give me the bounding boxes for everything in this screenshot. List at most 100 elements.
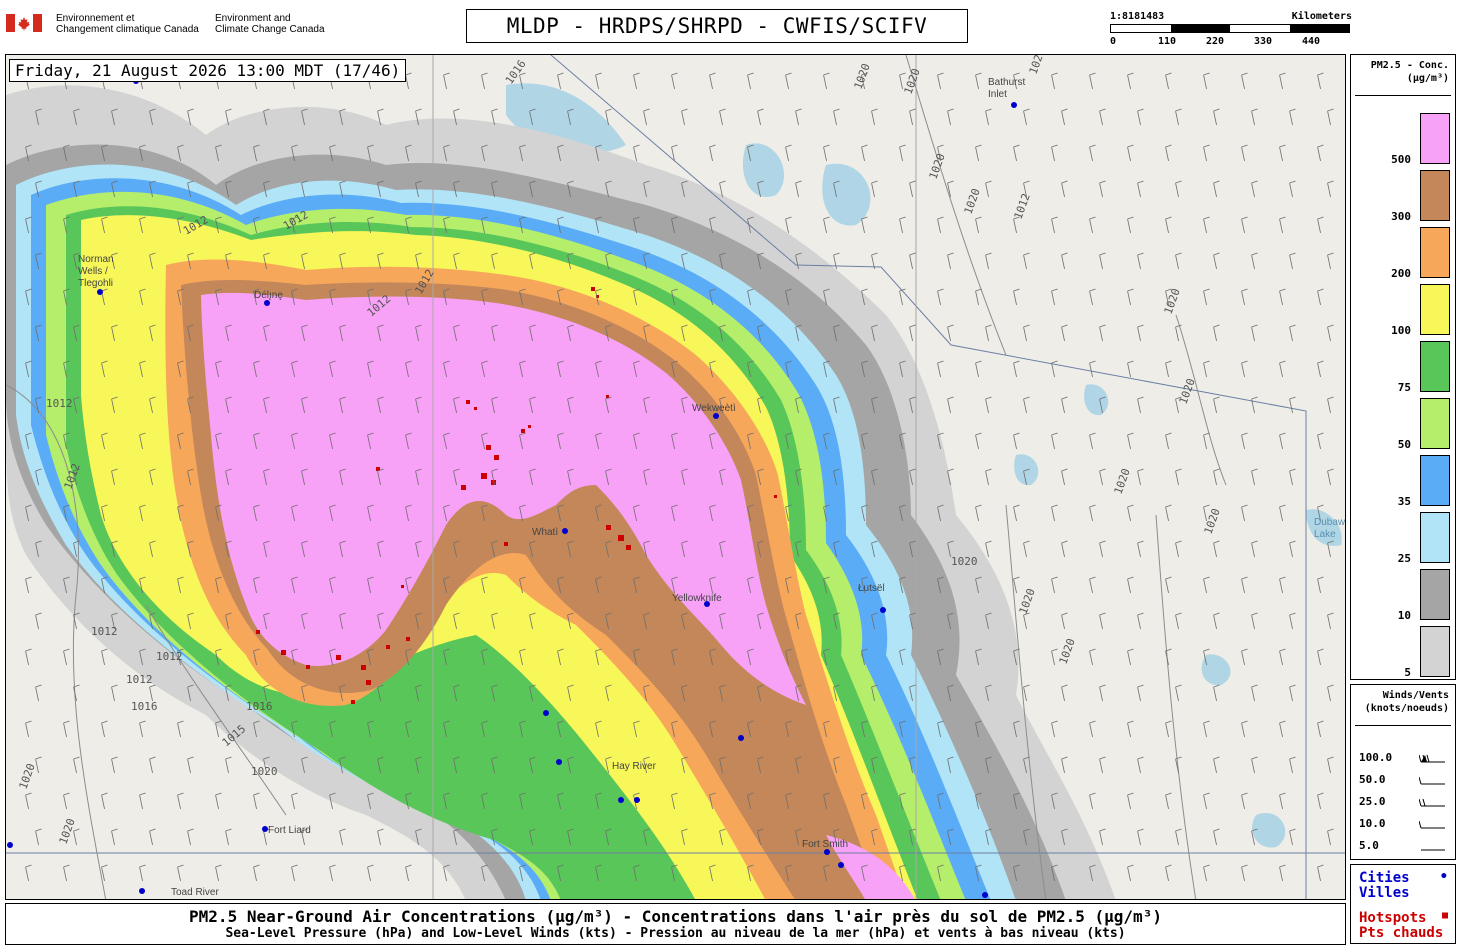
city-marker[interactable] bbox=[562, 528, 568, 534]
city-label: Wekweètì bbox=[692, 403, 736, 414]
legend-swatch bbox=[1420, 398, 1450, 449]
city-marker[interactable] bbox=[97, 289, 103, 295]
legend-swatch bbox=[1420, 170, 1450, 221]
isobar-label: 1020 bbox=[852, 62, 873, 91]
winds-legend-divider bbox=[1355, 725, 1451, 726]
wind-speed-label: 50.0 bbox=[1359, 773, 1386, 786]
scale-ratio: 1:8181483 bbox=[1110, 11, 1165, 22]
city-marker[interactable] bbox=[634, 797, 640, 803]
winds-legend: Winds/Vents (knots/noeuds) 100.0 50.0 25.0… bbox=[1350, 684, 1456, 860]
city-label: Fort Liard bbox=[268, 825, 311, 836]
wind-speed-label: 100.0 bbox=[1359, 751, 1393, 764]
isobar-label: 1020 bbox=[1027, 55, 1048, 76]
map-panel[interactable]: 1016 1020 1020 1020 1020 1020 1012 1012 1012 1012… bbox=[5, 54, 1346, 900]
legend-level-label: 500 bbox=[1391, 153, 1411, 166]
scale-tick: 0 bbox=[1110, 36, 1117, 47]
pm25-legend: PM2.5 - Conc. (µg/m³) 500 300 200 100 75 50 35… bbox=[1350, 54, 1456, 680]
legend-swatch bbox=[1420, 113, 1450, 164]
city-marker[interactable] bbox=[543, 710, 549, 716]
city-marker[interactable] bbox=[982, 892, 988, 898]
header: Environnement et Changement climatique C… bbox=[0, 0, 1460, 52]
legend-swatch bbox=[1420, 227, 1450, 278]
isobar-label: 1020 bbox=[1112, 467, 1133, 496]
legend-level-label: 300 bbox=[1391, 210, 1411, 223]
isobar-label: 1020 bbox=[251, 765, 278, 778]
isobar-label: 1012 bbox=[1012, 192, 1033, 221]
concentration-field bbox=[6, 85, 1116, 899]
legend-title: PM2.5 - Conc. (µg/m³) bbox=[1370, 60, 1449, 84]
city-label: Délı̨nę bbox=[254, 290, 283, 301]
wind-barb-icon bbox=[1421, 849, 1445, 851]
city-label: Whatì bbox=[532, 527, 558, 538]
isobar-label: 1020 bbox=[927, 152, 948, 181]
wind-speed-label: 25.0 bbox=[1359, 795, 1386, 808]
footer-caption: PM2.5 Near-Ground Air Concentrations (µg… bbox=[5, 903, 1346, 945]
forecast-datetime: Friday, 21 August 2026 13:00 MDT (17/46) bbox=[9, 59, 407, 82]
wind-barb-icon bbox=[1419, 798, 1445, 807]
city-label: Łutsël bbox=[858, 583, 885, 594]
city-marker[interactable] bbox=[7, 842, 13, 848]
canada-flag-icon bbox=[6, 14, 42, 32]
cities-key: Cities Villes bbox=[1359, 870, 1410, 901]
isobar-label: 1016 bbox=[131, 700, 158, 713]
scale-tick: 330 bbox=[1254, 36, 1273, 47]
wind-legend-row: 25.0 bbox=[1359, 795, 1451, 809]
city-marker[interactable] bbox=[618, 797, 624, 803]
isobar-label: 1020 bbox=[1177, 377, 1198, 406]
isobar-label: 1020 bbox=[902, 67, 923, 96]
legend-swatch bbox=[1420, 569, 1450, 620]
isobar-label: 1020 bbox=[1162, 287, 1183, 316]
legend-level-label: 100 bbox=[1391, 324, 1411, 337]
footer-title: PM2.5 Near-Ground Air Concentrations (µg… bbox=[189, 907, 1162, 926]
city-marker[interactable] bbox=[139, 888, 145, 894]
isobar-label: 1020 bbox=[17, 762, 38, 791]
city-label: Norman bbox=[78, 254, 114, 265]
isobar-label: 1020 bbox=[951, 555, 978, 568]
city-dot-icon: • bbox=[1439, 869, 1448, 885]
legend-divider bbox=[1355, 95, 1451, 96]
city-marker[interactable] bbox=[1011, 102, 1017, 108]
scale-bar bbox=[1110, 24, 1350, 33]
winds-legend-title: Winds/Vents (knots/noeuds) bbox=[1364, 690, 1449, 714]
city-label: Tlegohli bbox=[78, 278, 113, 289]
city-label: Inlet bbox=[988, 89, 1007, 100]
map-key: Cities Villes • Hotspots Pts chauds ■ bbox=[1350, 864, 1456, 944]
city-label: Wells / bbox=[78, 266, 108, 277]
legend-level-label: 10 bbox=[1397, 609, 1411, 622]
hotspots-key: Hotspots Pts chauds bbox=[1359, 910, 1444, 941]
scale-tick: 110 bbox=[1158, 36, 1177, 47]
city-label: Fort Smith bbox=[802, 839, 848, 850]
legend-level-label: 200 bbox=[1391, 267, 1411, 280]
city-label: Bathurst bbox=[988, 77, 1025, 88]
isobar-label: 1016 bbox=[503, 58, 529, 87]
isobar-label: 1016 bbox=[246, 700, 273, 713]
city-marker[interactable] bbox=[880, 607, 886, 613]
city-label: Hay River bbox=[612, 761, 657, 772]
legend-swatch bbox=[1420, 455, 1450, 506]
city-label: Yellowknife bbox=[672, 593, 722, 604]
map-canvas[interactable]: 1016 1020 1020102010201020 10121012 10121012… bbox=[6, 55, 1346, 900]
city-marker[interactable] bbox=[838, 862, 844, 868]
wind-legend-row: 10.0 bbox=[1359, 817, 1451, 831]
wind-legend-row: 5.0 bbox=[1359, 839, 1451, 853]
isobar-label: 1020 bbox=[962, 187, 983, 216]
product-title: MLDP - HRDPS/SHRPD - CWFIS/SCIFV bbox=[466, 9, 968, 43]
legend-level-label: 75 bbox=[1397, 381, 1411, 394]
isobar-label: 1020 bbox=[57, 817, 78, 846]
wind-barb-icon bbox=[1419, 776, 1445, 785]
scale-unit: Kilometers bbox=[1291, 11, 1352, 22]
footer-subtitle: Sea-Level Pressure (hPa) and Low-Level W… bbox=[225, 926, 1126, 941]
agency-name-fr: Environnement et Changement climatique C… bbox=[56, 13, 199, 35]
wind-legend-row: 50.0 bbox=[1359, 773, 1451, 787]
city-marker[interactable] bbox=[556, 759, 562, 765]
scale-bar-widget: 1:8181483 Kilometers 0 110 220 330 440 bbox=[1110, 11, 1352, 51]
wind-speed-label: 10.0 bbox=[1359, 817, 1386, 830]
legend-swatch bbox=[1420, 284, 1450, 335]
hotspot-square-icon: ■ bbox=[1441, 910, 1448, 921]
scale-tick: 440 bbox=[1302, 36, 1321, 47]
wind-speed-label: 5.0 bbox=[1359, 839, 1379, 852]
city-label: Lake bbox=[1314, 529, 1336, 540]
wind-barb-icon bbox=[1419, 820, 1445, 829]
city-marker[interactable] bbox=[738, 735, 744, 741]
isobar-label: 1012 bbox=[126, 673, 153, 686]
